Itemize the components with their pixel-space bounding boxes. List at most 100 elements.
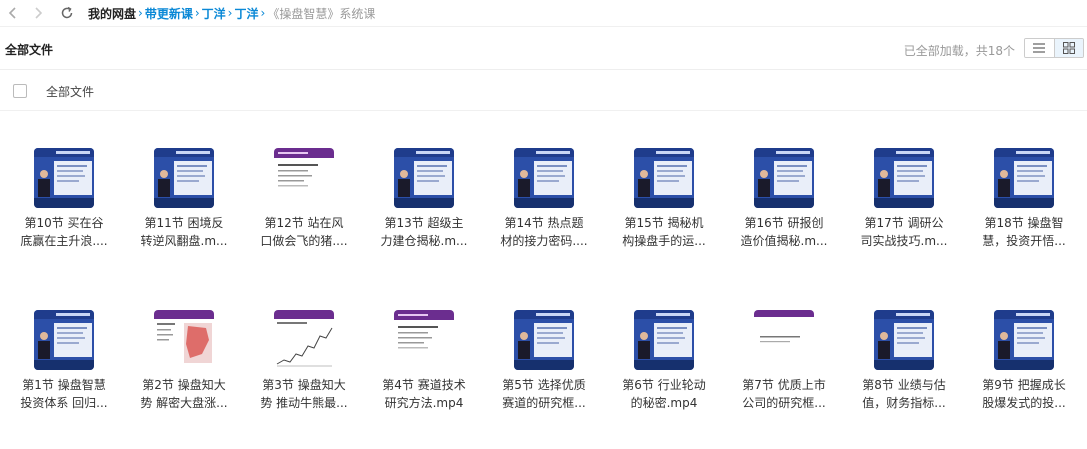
file-name[interactable]: 第5节 选择优质 赛道的研究框... [489, 376, 599, 412]
video-thumbnail[interactable] [394, 148, 454, 208]
file-item[interactable]: 第12节 站在风 口做会飞的猪.... [249, 148, 359, 250]
chevron-left-icon[interactable] [5, 5, 21, 21]
chevron-right-icon[interactable] [30, 5, 46, 21]
file-name-line1: 第6节 行业轮动 [622, 378, 706, 392]
file-name-line1: 第2节 操盘知大 [142, 378, 226, 392]
file-name-line2: 公司的研究框... [742, 396, 826, 410]
file-name[interactable]: 第3节 操盘知大势 推动牛熊最... [249, 376, 359, 412]
file-item[interactable]: 第9节 把握成长 股爆发式的投... [969, 310, 1079, 412]
file-name-line2: 底赢在主升浪.... [20, 234, 108, 248]
file-name-line2: 造价值揭秘.m... [740, 234, 828, 248]
file-item[interactable]: 第3节 操盘知大势 推动牛熊最... [249, 310, 359, 412]
load-status: 已全部加载，共18个 [903, 44, 1015, 58]
file-item[interactable]: 第1节 操盘智慧 投资体系 回归... [9, 310, 119, 412]
file-name-line1: 第13节 超级主 [384, 216, 464, 230]
file-name-line2: 司实战技巧.m... [860, 234, 948, 248]
file-name[interactable]: 第17节 调研公 司实战技巧.m... [849, 214, 959, 250]
file-name[interactable]: 第10节 买在谷 底赢在主升浪.... [9, 214, 119, 250]
video-thumbnail[interactable] [514, 310, 574, 370]
page-title: 全部文件 [5, 43, 54, 57]
video-thumbnail[interactable] [34, 148, 94, 208]
file-name-line1: 第10节 买在谷 [24, 216, 104, 230]
file-name-line1: 第16节 研报创 [744, 216, 824, 230]
video-thumbnail[interactable] [394, 310, 454, 370]
header-row: 全部文件 已全部加载，共18个 [0, 29, 1087, 70]
video-thumbnail[interactable] [274, 310, 334, 370]
file-item[interactable]: 第16节 研报创 造价值揭秘.m... [729, 148, 839, 250]
file-name[interactable]: 第4节 赛道技术 研究方法.mp4 [369, 376, 479, 412]
file-name-line2: 赛道的研究框... [502, 396, 586, 410]
video-thumbnail[interactable] [154, 148, 214, 208]
breadcrumb-separator: › [138, 6, 143, 20]
select-all-checkbox[interactable] [13, 84, 27, 98]
file-name[interactable]: 第14节 热点题 材的接力密码.... [489, 214, 599, 250]
video-thumbnail[interactable] [34, 310, 94, 370]
grid-view-icon[interactable] [1054, 39, 1083, 57]
file-item[interactable]: 第17节 调研公 司实战技巧.m... [849, 148, 959, 250]
breadcrumb-link[interactable]: 丁洋 [202, 5, 226, 22]
file-name-line1: 第15节 揭秘机 [624, 216, 704, 230]
file-item[interactable]: 第2节 操盘知大势 解密大盘涨... [129, 310, 239, 412]
breadcrumb-separator: › [194, 6, 200, 20]
file-name-line2: 口做会飞的猪.... [260, 234, 348, 248]
video-thumbnail[interactable] [754, 310, 814, 370]
file-name-line1: 第5节 选择优质 [502, 378, 586, 392]
file-name[interactable]: 第13节 超级主 力建仓揭秘.m... [369, 214, 479, 250]
file-name[interactable]: 第12节 站在风 口做会飞的猪.... [249, 214, 359, 250]
file-item[interactable]: 第18节 操盘智 慧，投资开悟... [969, 148, 1079, 250]
video-thumbnail[interactable] [994, 310, 1054, 370]
file-name-line2: 投资体系 回归... [20, 396, 108, 410]
file-name-line1: 第12节 站在风 [264, 216, 344, 230]
select-all-label: 全部文件 [46, 85, 95, 99]
file-name-line2: 构操盘手的运... [622, 234, 706, 248]
list-view-icon[interactable] [1025, 39, 1055, 57]
file-item[interactable]: 第8节 业绩与估 值，财务指标... [849, 310, 959, 412]
file-item[interactable]: 第15节 揭秘机 构操盘手的运... [609, 148, 719, 250]
file-name-line2: 慧，投资开悟... [982, 234, 1066, 248]
file-name-line2: 研究方法.mp4 [384, 396, 464, 410]
file-name-line2: 转逆风翻盘.m... [140, 234, 228, 248]
video-thumbnail[interactable] [874, 148, 934, 208]
refresh-icon[interactable] [59, 5, 75, 21]
file-name-line2: 力建仓揭秘.m... [380, 234, 468, 248]
file-item[interactable]: 第7节 优质上市 公司的研究框... [729, 310, 839, 412]
file-name-line1: 第4节 赛道技术 [382, 378, 466, 392]
file-name[interactable]: 第1节 操盘智慧 投资体系 回归... [9, 376, 119, 412]
breadcrumb-link[interactable]: 丁洋 [234, 5, 258, 22]
file-name[interactable]: 第18节 操盘智 慧，投资开悟... [969, 214, 1079, 250]
breadcrumb-root[interactable]: 我的网盘 [88, 5, 136, 22]
file-item[interactable]: 第4节 赛道技术 研究方法.mp4 [369, 310, 479, 412]
file-name-line2: 值，财务指标... [862, 396, 946, 410]
file-name-line1: 第7节 优质上市 [742, 378, 826, 392]
file-item[interactable]: 第14节 热点题 材的接力密码.... [489, 148, 599, 250]
file-item[interactable]: 第6节 行业轮动 的秘密.mp4 [609, 310, 719, 412]
file-item[interactable]: 第5节 选择优质 赛道的研究框... [489, 310, 599, 412]
video-thumbnail[interactable] [994, 148, 1054, 208]
breadcrumb-separator: › [260, 6, 266, 20]
file-name[interactable]: 第2节 操盘知大势 解密大盘涨... [129, 376, 239, 412]
video-thumbnail[interactable] [634, 310, 694, 370]
view-switch [1024, 38, 1084, 58]
video-thumbnail[interactable] [154, 310, 214, 370]
file-name-line1: 第14节 热点题 [504, 216, 584, 230]
file-item[interactable]: 第11节 困境反 转逆风翻盘.m... [129, 148, 239, 250]
video-thumbnail[interactable] [754, 148, 814, 208]
file-name-line2: 材的接力密码.... [500, 234, 588, 248]
file-item[interactable]: 第13节 超级主 力建仓揭秘.m... [369, 148, 479, 250]
video-thumbnail[interactable] [514, 148, 574, 208]
file-name[interactable]: 第6节 行业轮动 的秘密.mp4 [609, 376, 719, 412]
video-thumbnail[interactable] [274, 148, 334, 208]
video-thumbnail[interactable] [634, 148, 694, 208]
file-item[interactable]: 第10节 买在谷 底赢在主升浪.... [9, 148, 119, 250]
video-thumbnail[interactable] [874, 310, 934, 370]
file-name-line2: 股爆发式的投... [982, 396, 1066, 410]
breadcrumb-link[interactable]: 带更新课 [145, 5, 193, 22]
file-name-line1: 第17节 调研公 [864, 216, 944, 230]
file-name[interactable]: 第11节 困境反 转逆风翻盘.m... [129, 214, 239, 250]
file-name[interactable]: 第9节 把握成长 股爆发式的投... [969, 376, 1079, 412]
file-name[interactable]: 第7节 优质上市 公司的研究框... [729, 376, 839, 412]
file-name[interactable]: 第16节 研报创 造价值揭秘.m... [729, 214, 839, 250]
breadcrumb-separator: › [227, 6, 233, 20]
file-name[interactable]: 第8节 业绩与估 值，财务指标... [849, 376, 959, 412]
file-name[interactable]: 第15节 揭秘机 构操盘手的运... [609, 214, 719, 250]
